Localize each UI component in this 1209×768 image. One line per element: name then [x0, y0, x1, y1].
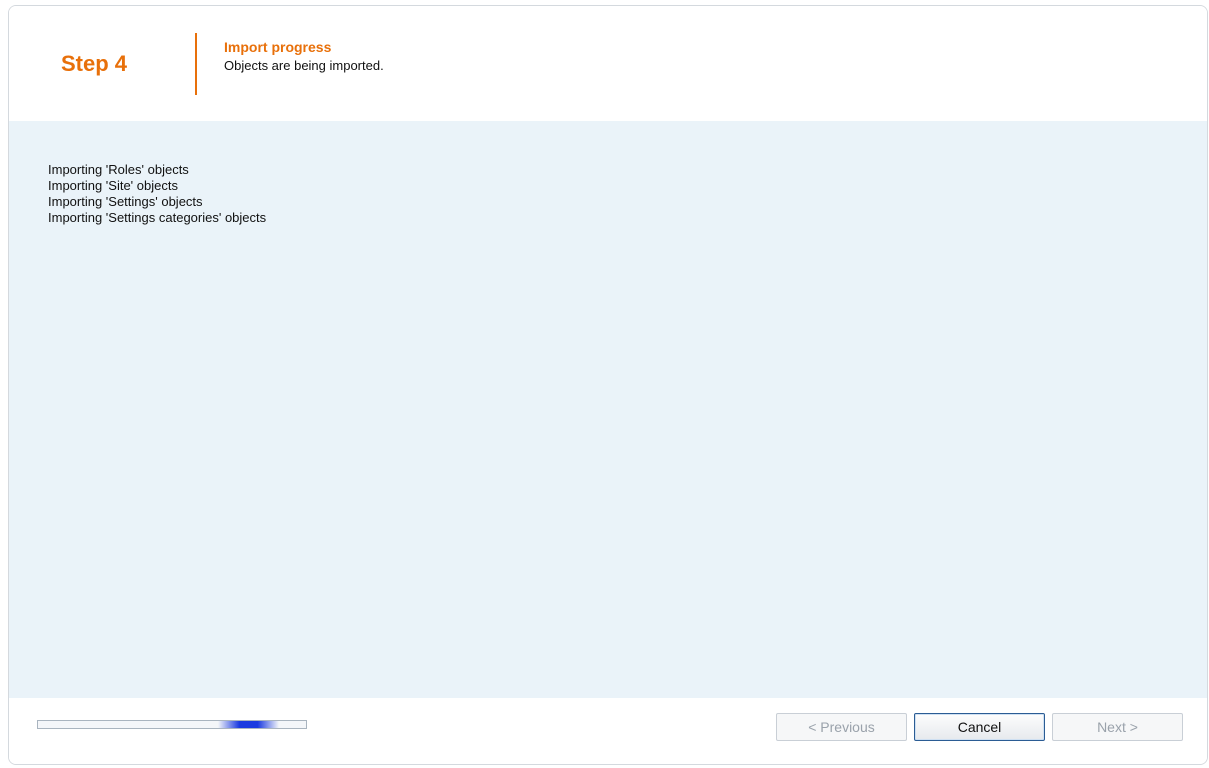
log-line: Importing 'Settings' objects — [48, 194, 203, 209]
next-button[interactable]: Next > — [1052, 713, 1183, 741]
previous-button[interactable]: < Previous — [776, 713, 907, 741]
step-label: Step 4 — [61, 51, 128, 76]
import-log-panel: Importing 'Roles' objects Importing 'Sit… — [9, 121, 1207, 698]
wizard-window: Step 4 Import progress Objects are being… — [8, 5, 1208, 765]
progress-bar — [37, 720, 307, 729]
cancel-button[interactable]: Cancel — [914, 713, 1045, 741]
log-line: Importing 'Settings categories' objects — [48, 210, 267, 225]
header-divider — [195, 33, 197, 95]
log-line: Importing 'Roles' objects — [48, 162, 189, 177]
import-log: Importing 'Roles' objects Importing 'Sit… — [48, 162, 266, 226]
wizard-footer: < Previous Cancel Next > — [9, 698, 1207, 764]
progress-indicator — [217, 721, 280, 728]
page-subtitle: Objects are being imported. — [224, 58, 384, 73]
wizard-header: Step 4 Import progress Objects are being… — [9, 6, 1207, 121]
page-title: Import progress — [224, 39, 332, 55]
log-line: Importing 'Site' objects — [48, 178, 178, 193]
